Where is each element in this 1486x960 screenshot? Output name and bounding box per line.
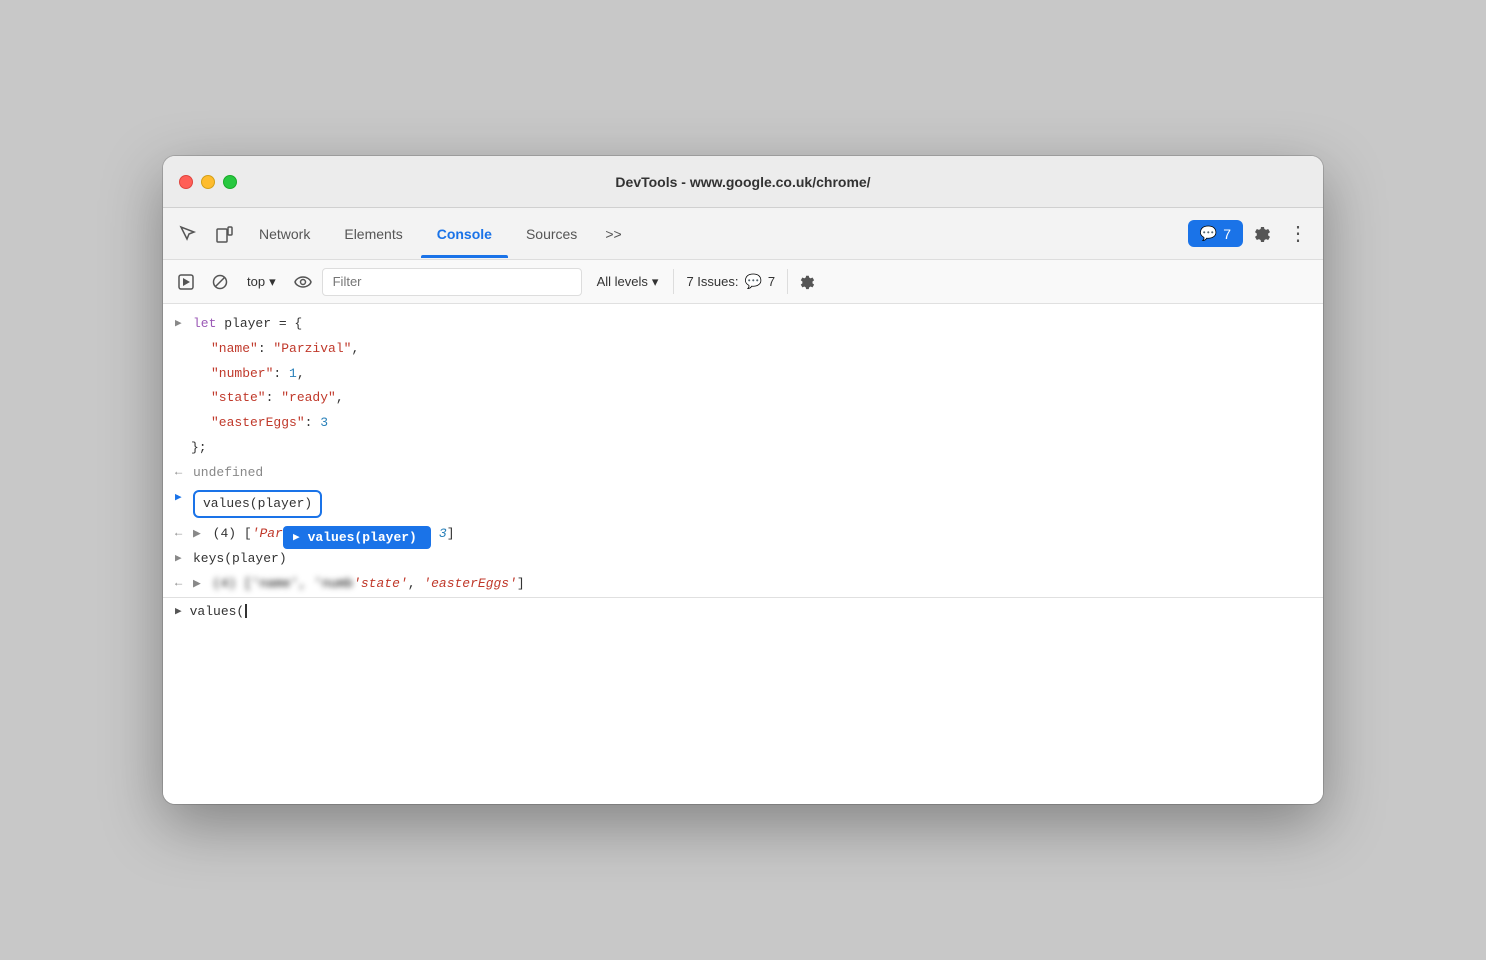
input-cursor	[245, 604, 247, 618]
console-line: "state": "ready",	[163, 386, 1323, 411]
console-input-line[interactable]: ▶ values(	[163, 597, 1323, 625]
device-icon[interactable]	[207, 217, 241, 251]
string: "Parzival"	[273, 341, 351, 356]
context-dropdown-icon: ▾	[269, 274, 276, 290]
line-content: undefined	[193, 463, 1311, 484]
undefined-text: undefined	[193, 465, 263, 480]
context-label: top	[247, 274, 265, 289]
more-options-icon[interactable]: ⋮	[1281, 217, 1315, 251]
line-content: "name": "Parzival",	[211, 339, 1311, 360]
maximize-button[interactable]	[223, 175, 237, 189]
titlebar: DevTools - www.google.co.uk/chrome/	[163, 156, 1323, 208]
console-line: ← ▶ (4) ['name', 'numb'state', 'easterEg…	[163, 572, 1323, 597]
context-selector[interactable]: top ▾	[239, 270, 284, 294]
console-line-values: ▶ values(player)	[163, 486, 1323, 523]
console-line: ← undefined	[163, 461, 1323, 486]
line-content: };	[191, 438, 1311, 459]
output-arrow: ←	[175, 526, 187, 540]
expand-triangle[interactable]: ▶	[193, 526, 201, 541]
run-script-icon[interactable]	[171, 267, 201, 297]
autocomplete-prompt: ▶	[293, 530, 300, 544]
issues-count: 7	[1223, 226, 1231, 242]
window-controls	[179, 175, 237, 189]
devtools-window: DevTools - www.google.co.uk/chrome/ Netw…	[163, 156, 1323, 804]
string: "name"	[211, 341, 258, 356]
issues-badge[interactable]: 💬 7	[1188, 220, 1243, 247]
line-content: "state": "ready",	[211, 388, 1311, 409]
code-text: player = {	[224, 316, 302, 331]
expand-arrow: ▶	[175, 316, 187, 330]
tab-network[interactable]: Network	[243, 218, 326, 250]
command-text: keys(player)	[193, 551, 287, 566]
more-tabs-button[interactable]: >>	[595, 220, 631, 248]
filter-input[interactable]	[322, 268, 582, 296]
line-content: values(player)	[193, 488, 1311, 521]
levels-dropdown-icon: ▾	[652, 274, 659, 290]
input-prompt: ▶	[175, 604, 182, 618]
console-toolbar: top ▾ All levels ▾ 7 Issues: 💬 7	[163, 260, 1323, 304]
keyword: let	[193, 316, 224, 331]
console-output: ▶ let player = { "name": "Parzival", "nu…	[163, 304, 1323, 804]
line-content: "easterEggs": 3	[211, 413, 1311, 434]
console-line: "easterEggs": 3	[163, 411, 1323, 436]
issues-counter[interactable]: 7 Issues: 💬 7	[673, 269, 788, 294]
expand-triangle[interactable]: ▶	[193, 576, 201, 591]
inspect-icon[interactable]	[171, 217, 205, 251]
line-content: "number": 1,	[211, 364, 1311, 385]
levels-dropdown[interactable]: All levels ▾	[586, 269, 670, 295]
autocomplete-text: values(player)	[308, 530, 417, 545]
autocomplete-dropdown[interactable]: ▶ values(player)	[283, 526, 431, 549]
issues-text: 7 Issues:	[686, 274, 738, 289]
issues-number: 7	[768, 274, 775, 289]
console-line: "number": 1,	[163, 362, 1323, 387]
console-line: };	[163, 436, 1323, 461]
output-arrow: ←	[175, 576, 187, 590]
tab-bar: Network Elements Console Sources >> 💬 7 …	[163, 208, 1323, 260]
highlighted-command: values(player)	[193, 490, 322, 519]
console-line: "name": "Parzival",	[163, 337, 1323, 362]
issues-chat-icon: 💬	[744, 273, 761, 290]
settings-gear-icon[interactable]	[1245, 217, 1279, 251]
line-content: ▶ (4) ['name', 'numb'state', 'easterEggs…	[193, 574, 1311, 595]
input-text: values(	[190, 604, 245, 619]
input-arrow: ▶	[175, 490, 187, 504]
input-arrow: ▶	[175, 551, 187, 565]
console-line: ▶ let player = {	[163, 312, 1323, 337]
output-arrow: ←	[175, 465, 187, 479]
line-content: let player = {	[193, 314, 1311, 335]
tab-sources[interactable]: Sources	[510, 218, 593, 250]
console-settings-icon[interactable]	[792, 267, 822, 297]
command-text: values(player)	[203, 496, 312, 511]
console-line: ▶ keys(player)	[163, 547, 1323, 572]
clear-console-icon[interactable]	[205, 267, 235, 297]
line-content: keys(player)	[193, 549, 1311, 570]
window-title: DevTools - www.google.co.uk/chrome/	[615, 174, 870, 190]
levels-label: All levels	[597, 274, 648, 289]
tab-console[interactable]: Console	[421, 218, 508, 250]
blurred-content: (4) ['name', 'numb	[213, 576, 353, 591]
minimize-button[interactable]	[201, 175, 215, 189]
close-button[interactable]	[179, 175, 193, 189]
issues-chat-icon: 💬	[1200, 225, 1217, 242]
tab-elements[interactable]: Elements	[328, 218, 418, 250]
eye-icon[interactable]	[288, 267, 318, 297]
